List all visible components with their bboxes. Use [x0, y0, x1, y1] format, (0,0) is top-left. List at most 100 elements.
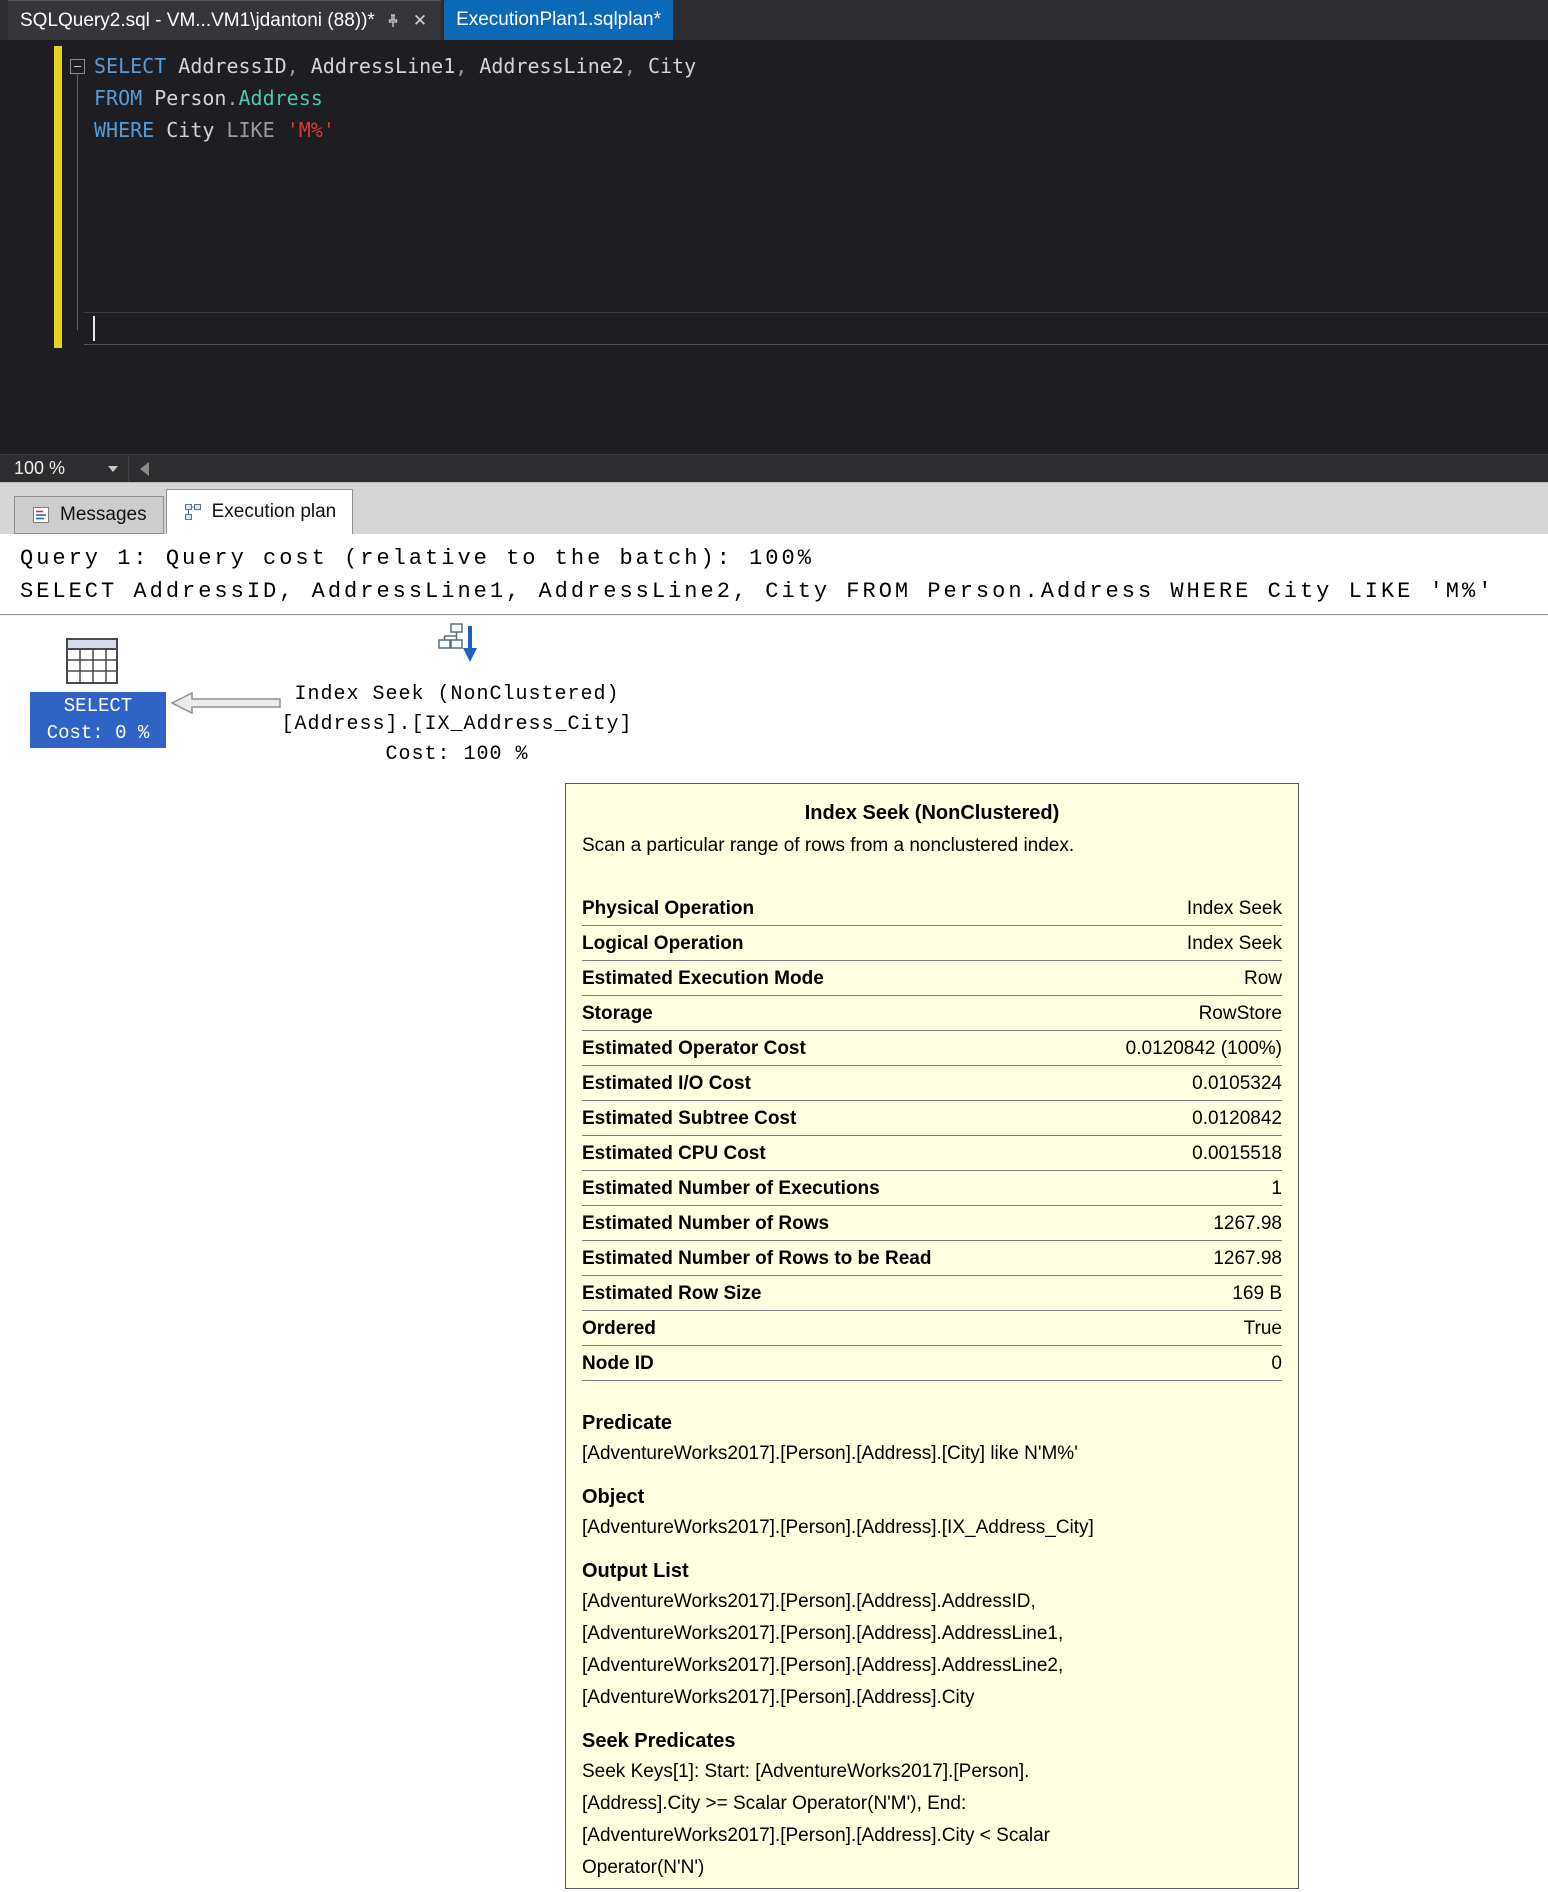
execution-plan-icon: [184, 504, 201, 520]
tooltip-row: Ordered True: [582, 1311, 1282, 1346]
execution-plan-pane: Query 1: Query cost (relative to the bat…: [0, 534, 1548, 1892]
outline-guide-line: [77, 74, 78, 330]
tooltip-row: Node ID 0: [582, 1346, 1282, 1381]
ssms-window: SQLQuery2.sql - VM...VM1\jdantoni (88))*…: [0, 0, 1548, 1892]
code-line: WHERE City LIKE 'M%': [94, 118, 335, 142]
tooltip-row-label: Estimated Number of Rows to be Read: [582, 1248, 932, 1269]
tab-messages[interactable]: Messages: [14, 496, 164, 534]
close-icon[interactable]: ✕: [411, 12, 429, 29]
tooltip-section-title: Output List: [582, 1560, 689, 1582]
tooltip-row: Logical Operation Index Seek: [582, 926, 1282, 961]
index-seek-node-cost: Cost: 100 %: [385, 743, 529, 766]
tooltip-row: Estimated Number of Rows to be Read 1267.…: [582, 1241, 1282, 1276]
tooltip-row-label: Ordered: [582, 1318, 656, 1339]
tooltip-row-value: Index Seek: [1186, 898, 1282, 919]
tooltip-title: Index Seek (NonClustered): [804, 802, 1060, 824]
query-cost-header: Query 1: Query cost (relative to the bat…: [20, 546, 814, 571]
operator-tooltip: Index Seek (NonClustered) Scan a particu…: [565, 783, 1299, 1889]
divider: [0, 614, 1548, 616]
document-tabbar: SQLQuery2.sql - VM...VM1\jdantoni (88))*…: [0, 0, 1548, 40]
tooltip-row-label: Estimated Subtree Cost: [582, 1108, 797, 1129]
tooltip-row: Estimated Execution Mode Row: [582, 961, 1282, 996]
tooltip-row-label: Estimated Execution Mode: [582, 968, 824, 989]
index-seek-node-object: [Address].[IX_Address_City]: [281, 713, 633, 736]
code-lines: SELECT AddressID, AddressLine1, AddressL…: [94, 50, 696, 146]
current-line-highlight: [84, 312, 1548, 345]
tab-execution-plan[interactable]: Execution plan: [165, 489, 354, 534]
tooltip-row-label: Estimated I/O Cost: [582, 1073, 751, 1094]
results-tabbar: Messages Execution plan: [0, 482, 1548, 534]
tooltip-row-label: Estimated CPU Cost: [582, 1143, 766, 1164]
index-seek-node-label[interactable]: Index Seek (NonClustered) [Address].[IX_…: [277, 680, 637, 770]
tooltip-rows: Physical Operation Index Seek Logical Oper…: [582, 891, 1282, 1381]
tooltip-row-value: 1267.98: [1213, 1248, 1282, 1269]
tooltip-description: Scan a particular range of rows from a n…: [582, 835, 1075, 856]
collapse-region-icon[interactable]: [70, 59, 85, 74]
tab-executionplan1[interactable]: ExecutionPlan1.sqlplan*: [444, 0, 673, 40]
scroll-left-button[interactable]: [128, 455, 160, 482]
index-seek-node-name: Index Seek (NonClustered): [294, 683, 620, 706]
tooltip-section-title: Predicate: [582, 1412, 673, 1434]
tooltip-row-label: Storage: [582, 1003, 653, 1024]
zoom-selector[interactable]: 100 %: [0, 456, 128, 482]
tooltip-row: Estimated Subtree Cost 0.0120842: [582, 1101, 1282, 1136]
tooltip-row: Estimated Operator Cost 0.0120842 (100%): [582, 1031, 1282, 1066]
tooltip-row-value: 1267.98: [1213, 1213, 1282, 1234]
data-flow-arrow[interactable]: [170, 690, 282, 716]
sql-editor[interactable]: SELECT AddressID, AddressLine1, AddressL…: [0, 40, 1548, 454]
select-node-label[interactable]: SELECT Cost: 0 %: [30, 692, 166, 748]
tooltip-row: Storage RowStore: [582, 996, 1282, 1031]
tooltip-row-value: Index Seek: [1186, 933, 1282, 954]
tooltip-row-value: 169 B: [1232, 1283, 1282, 1304]
tooltip-row-value: 0.0015518: [1192, 1143, 1282, 1164]
query-text-header: SELECT AddressID, AddressLine1, AddressL…: [20, 579, 1495, 604]
tooltip-row-label: Estimated Number of Rows: [582, 1213, 830, 1234]
tooltip-section-line: [AdventureWorks2017].[Person].[Address].…: [582, 1623, 1064, 1644]
tooltip-section-line: [Address].City >= Scalar Operator(N'M'),…: [582, 1793, 967, 1814]
tooltip-row-value: 1: [1271, 1178, 1282, 1199]
tooltip-row: Estimated I/O Cost 0.0105324: [582, 1066, 1282, 1101]
tooltip-row: Estimated CPU Cost 0.0015518: [582, 1136, 1282, 1171]
tooltip-row: Estimated Number of Rows 1267.98: [582, 1206, 1282, 1241]
tooltip-row: Estimated Row Size 169 B: [582, 1276, 1282, 1311]
select-operator-icon[interactable]: [66, 638, 118, 684]
select-node-cost: Cost: 0 %: [46, 722, 150, 744]
code-line: SELECT AddressID, AddressLine1, AddressL…: [94, 54, 697, 78]
tooltip-section-line: [AdventureWorks2017].[Person].[Address].…: [582, 1591, 1036, 1612]
tab-sqlquery2-label: SQLQuery2.sql - VM...VM1\jdantoni (88))*: [20, 9, 375, 31]
tooltip-row-label: Estimated Operator Cost: [582, 1038, 806, 1059]
tooltip-row-value: 0.0120842 (100%): [1125, 1038, 1282, 1059]
tooltip-row-value: True: [1243, 1318, 1282, 1339]
tooltip-row-value: 0.0105324: [1192, 1073, 1282, 1094]
text-caret: [93, 316, 95, 341]
minus-glyph: [74, 66, 81, 67]
index-seek-operator-icon[interactable]: [437, 622, 479, 666]
messages-icon: [33, 507, 49, 523]
tooltip-row-label: Logical Operation: [582, 933, 744, 954]
tooltip-section-title: Object: [582, 1486, 645, 1508]
chevron-down-icon: [108, 465, 118, 472]
tooltip-section-line: Operator(N'N'): [582, 1857, 705, 1878]
triangle-left-icon: [140, 461, 149, 476]
tooltip-section-line: Seek Keys[1]: Start: [AdventureWorks2017…: [582, 1761, 1030, 1782]
tooltip-row-label: Estimated Row Size: [582, 1283, 762, 1304]
tooltip-sections: Predicate [AdventureWorks2017].[Person].[…: [582, 1409, 1282, 1884]
tooltip-row: Estimated Number of Executions 1: [582, 1171, 1282, 1206]
tooltip-section-line: [AdventureWorks2017].[Person].[Address].…: [582, 1687, 975, 1708]
tooltip-row-value: 0: [1271, 1353, 1282, 1374]
tooltip-section-line: [AdventureWorks2017].[Person].[Address].…: [582, 1825, 1051, 1846]
tooltip-section-title: Seek Predicates: [582, 1730, 736, 1752]
tooltip-row-value: RowStore: [1198, 1003, 1282, 1024]
tooltip-section-line: [AdventureWorks2017].[Person].[Address].…: [582, 1517, 1094, 1538]
select-node-name: SELECT: [63, 695, 133, 717]
zoom-value: 100 %: [14, 458, 66, 478]
tab-sqlquery2[interactable]: SQLQuery2.sql - VM...VM1\jdantoni (88))*…: [8, 0, 442, 40]
code-line: FROM Person.Address: [94, 86, 323, 110]
tooltip-section-line: [AdventureWorks2017].[Person].[Address].…: [582, 1655, 1064, 1676]
tab-messages-label: Messages: [60, 504, 147, 525]
tooltip-row-label: Physical Operation: [582, 898, 755, 919]
tooltip-row: Physical Operation Index Seek: [582, 891, 1282, 926]
tooltip-row-value: Row: [1243, 968, 1282, 989]
pin-icon[interactable]: [385, 13, 401, 29]
tab-execution-plan-label: Execution plan: [211, 501, 337, 522]
